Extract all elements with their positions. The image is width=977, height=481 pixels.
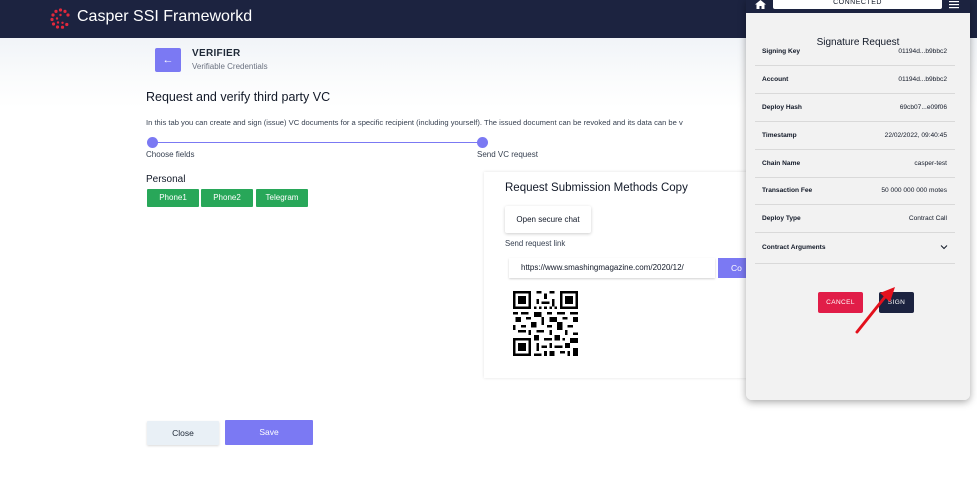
wallet-row-account: Account 01194d...b9bbc2 (755, 66, 955, 94)
red-arrow-annotation (855, 287, 895, 334)
row-value: 22/02/2022, 09:40:45 (884, 132, 947, 139)
row-value: 01194d...b9bbc2 (898, 76, 947, 83)
wallet-row-signing-key: Signing Key 01194d...b9bbc2 (755, 38, 955, 66)
close-button[interactable]: Close (147, 421, 219, 445)
home-icon[interactable] (755, 0, 766, 9)
save-button[interactable]: Save (225, 420, 313, 445)
row-key: Signing Key (762, 48, 801, 55)
row-key: Deploy Type (762, 215, 801, 222)
section-subtitle: Verifiable Credentials (192, 62, 268, 71)
back-button[interactable]: ← (155, 48, 181, 72)
field-chip-phone1[interactable]: Phone1 (147, 189, 199, 207)
step-dot-choose-fields[interactable] (147, 137, 158, 148)
row-key: Deploy Hash (762, 104, 802, 111)
row-key: Transaction Fee (762, 187, 813, 194)
page-heading: Request and verify third party VC (146, 90, 331, 104)
section-title: VERIFIER (192, 48, 241, 59)
step-label-send-request: Send VC request (477, 150, 538, 159)
wallet-row-timestamp: Timestamp 22/02/2022, 09:40:45 (755, 122, 955, 150)
wallet-row-deploy-hash: Deploy Hash 69cb07...e09f06 (755, 94, 955, 122)
wallet-row-deploy-type: Deploy Type Contract Call (755, 205, 955, 233)
row-value: Contract Call (908, 215, 947, 222)
copy-link-button[interactable]: Co (718, 258, 749, 278)
row-value: 69cb07...e09f06 (899, 104, 947, 111)
row-key: Contract Arguments (762, 244, 826, 251)
fields-group-label: Personal (146, 174, 186, 185)
row-key: Chain Name (762, 160, 801, 167)
step-label-choose-fields: Choose fields (146, 150, 195, 159)
wallet-row-chain-name: Chain Name casper-test (755, 150, 955, 178)
stepper-line (152, 142, 482, 143)
hamburger-menu-icon[interactable] (949, 0, 959, 9)
contract-arguments-toggle[interactable]: Contract Arguments (755, 233, 955, 264)
field-chip-phone2[interactable]: Phone2 (201, 189, 253, 207)
row-value: 50 000 000 000 motes (881, 187, 947, 194)
field-chip-telegram[interactable]: Telegram (256, 189, 308, 207)
chevron-down-icon (940, 245, 948, 250)
connection-status-badge: CONNECTED (773, 0, 942, 9)
request-link-label: Send request link (505, 239, 566, 248)
submission-methods-card: Request Submission Methods Copy Open sec… (484, 172, 749, 378)
card-title: Request Submission Methods Copy (505, 182, 688, 194)
step-dot-send-request[interactable] (477, 137, 488, 148)
row-value: 01194d...b9bbc2 (898, 48, 947, 55)
request-link-field[interactable]: https://www.smashingmagazine.com/2020/12… (509, 258, 715, 278)
app-title: Casper SSI Frameworkd (77, 8, 253, 25)
qr-code-icon (513, 291, 578, 356)
row-value: casper-test (914, 160, 947, 167)
wallet-header: CONNECTED (746, 0, 970, 13)
wallet-signature-popup: CONNECTED Signature Request Signing Key … (746, 0, 970, 400)
row-key: Account (762, 76, 789, 83)
wallet-row-transaction-fee: Transaction Fee 50 000 000 000 motes (755, 177, 955, 205)
page-description: In this tab you can create and sign (iss… (146, 118, 683, 127)
casper-logo-icon (50, 8, 70, 29)
open-secure-chat-button[interactable]: Open secure chat (505, 206, 591, 233)
row-key: Timestamp (762, 132, 797, 139)
wallet-body: Signature Request Signing Key 01194d...b… (746, 13, 970, 400)
